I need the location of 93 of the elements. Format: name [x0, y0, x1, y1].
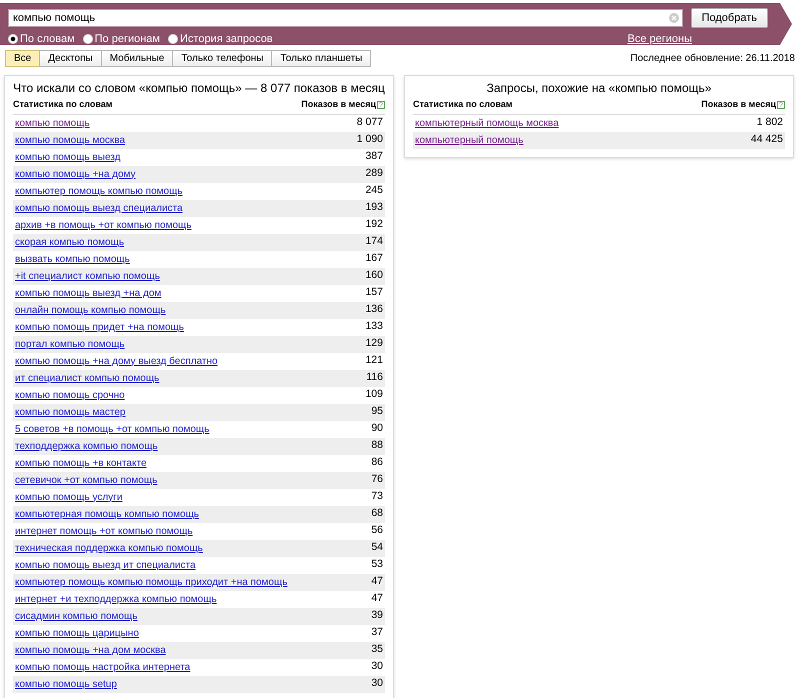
column-header: Показов в месяц — [301, 99, 376, 109]
tab[interactable]: Только телефоны — [172, 50, 272, 67]
radio-label[interactable]: По регионам — [94, 31, 160, 48]
count-text: 157 — [365, 285, 383, 300]
query-link[interactable]: компью помощь — [15, 116, 90, 130]
query-link[interactable]: компью помощь придет +на помощь — [15, 320, 184, 334]
count-text: 1 090 — [356, 132, 383, 148]
radio-label[interactable]: По словам — [20, 31, 75, 48]
query-link[interactable]: компью помощь настройка интернета — [15, 660, 190, 674]
query-link[interactable]: компью помощь срочно — [15, 388, 125, 402]
query-link[interactable]: компьютер помощь компью помощь — [15, 184, 183, 198]
count-text: 129 — [365, 336, 383, 352]
query-link[interactable]: компьютерный помощь москва — [415, 116, 559, 130]
count-text: 109 — [365, 387, 383, 402]
query-link[interactable]: архив +в помощь +от компью помощь — [15, 218, 192, 232]
radio-label[interactable]: История запросов — [180, 31, 273, 48]
count-text: 35 — [371, 642, 383, 658]
query-link[interactable]: интернет +и техподдержка компью помощь — [15, 592, 217, 606]
tab[interactable]: Только планшеты — [271, 50, 372, 67]
radio-button[interactable] — [82, 34, 93, 44]
count-text: 47 — [371, 574, 383, 590]
count-text: 73 — [371, 489, 383, 504]
count-text: 30 — [371, 659, 383, 674]
query-link[interactable]: компью помощь москва — [15, 132, 126, 148]
query-link[interactable]: компью помощь услуги — [15, 490, 122, 504]
query-link[interactable]: техническая поддержка компью помощь — [15, 540, 203, 556]
count-text: 86 — [371, 455, 383, 470]
count-text: 47 — [371, 591, 383, 606]
count-text: 54 — [371, 540, 383, 556]
tab[interactable]: Все — [5, 50, 40, 67]
count-text: 192 — [365, 217, 383, 232]
count-text: 245 — [365, 183, 383, 198]
count-text: 37 — [371, 625, 383, 640]
query-link[interactable]: компью помощь выезд — [15, 150, 120, 164]
query-link[interactable]: ит специалист компью помощь — [15, 370, 160, 386]
query-link[interactable]: компью помощь +на дому выезд бесплатно — [15, 354, 218, 368]
search-field[interactable]: компью помощь — [8, 9, 683, 27]
count-text: 56 — [371, 523, 383, 538]
panel-title: Запросы, похожие на «компью помощь» — [486, 81, 712, 95]
count-text: 8 077 — [356, 115, 383, 130]
query-link[interactable]: компьютерная помощь компью помощь — [15, 506, 200, 522]
count-text: 53 — [371, 557, 383, 572]
query-link[interactable]: компью помощь мастер — [15, 404, 126, 420]
count-text: 68 — [371, 506, 383, 522]
query-link[interactable]: техподдержка компью помощь — [15, 438, 158, 454]
column-header: Показов в месяц — [701, 99, 776, 109]
search-button[interactable]: Подобрать — [690, 8, 768, 28]
count-text: 76 — [371, 472, 383, 488]
query-link[interactable]: компью помощь выезд +на дом — [15, 286, 162, 300]
last-update-text: Последнее обновление: 26.11.2018 — [630, 52, 795, 66]
panel-title: Что искали со словом «компью помощь» — 8 077 показов в месяц — [13, 81, 385, 95]
count-text: 1 802 — [756, 115, 783, 130]
count-text: 136 — [365, 302, 383, 318]
count-text: 174 — [365, 234, 383, 250]
tab[interactable]: Десктопы — [39, 50, 102, 67]
count-text: 88 — [371, 438, 383, 454]
count-text: 39 — [371, 608, 383, 624]
count-text: 121 — [365, 353, 383, 368]
query-link[interactable]: компью помощь +на дом москва — [15, 642, 166, 658]
query-link[interactable]: компью помощь выезд ит специалиста — [15, 558, 196, 572]
query-link[interactable]: компью помощь +в контакте — [15, 456, 147, 470]
count-text: 116 — [366, 370, 383, 386]
query-link[interactable]: сисадмин компью помощь — [15, 608, 138, 624]
query-link[interactable]: скорая компью помощь — [15, 234, 124, 250]
query-link[interactable]: 5 советов +в помощь +от компью помощь — [15, 422, 210, 436]
count-text: 133 — [365, 319, 383, 334]
count-text: 95 — [371, 404, 383, 420]
column-header: Статистика по словам — [413, 98, 512, 111]
query-link[interactable]: портал компью помощь — [15, 336, 125, 352]
query-link[interactable]: компью помощь выезд специалиста — [15, 200, 183, 216]
query-link[interactable]: +it специалист компью помощь — [15, 268, 160, 284]
tab[interactable]: Мобильные — [100, 50, 174, 67]
count-text: 90 — [371, 421, 383, 436]
count-text: 30 — [371, 676, 383, 692]
query-link[interactable]: сетевичок +от компью помощь — [15, 472, 158, 488]
radio-button[interactable] — [8, 34, 18, 44]
query-link[interactable]: компьютерный помощь — [415, 132, 524, 148]
query-link[interactable]: компьютер помощь компью помощь приходит +на помощь — [15, 574, 288, 590]
query-link[interactable]: онлайн помощь компью помощь — [15, 302, 166, 318]
count-text: 387 — [365, 149, 383, 164]
count-text: 160 — [365, 268, 383, 284]
query-link[interactable]: компью помощь царицыно — [15, 626, 139, 640]
all-regions-link[interactable]: Все регионы — [627, 31, 692, 48]
count-text: 167 — [365, 251, 383, 266]
count-text: 44 425 — [750, 132, 783, 148]
count-text: 193 — [365, 200, 383, 216]
query-link[interactable]: компью помощь setup — [15, 676, 117, 692]
query-link[interactable]: компью помощь +на дому — [15, 166, 136, 182]
radio-button[interactable] — [168, 34, 178, 44]
query-link[interactable]: вызвать компью помощь — [15, 252, 130, 266]
count-text: 289 — [365, 166, 383, 182]
column-header: Статистика по словам — [13, 98, 112, 111]
query-link[interactable]: интернет помощь +от компью помощь — [15, 524, 193, 538]
